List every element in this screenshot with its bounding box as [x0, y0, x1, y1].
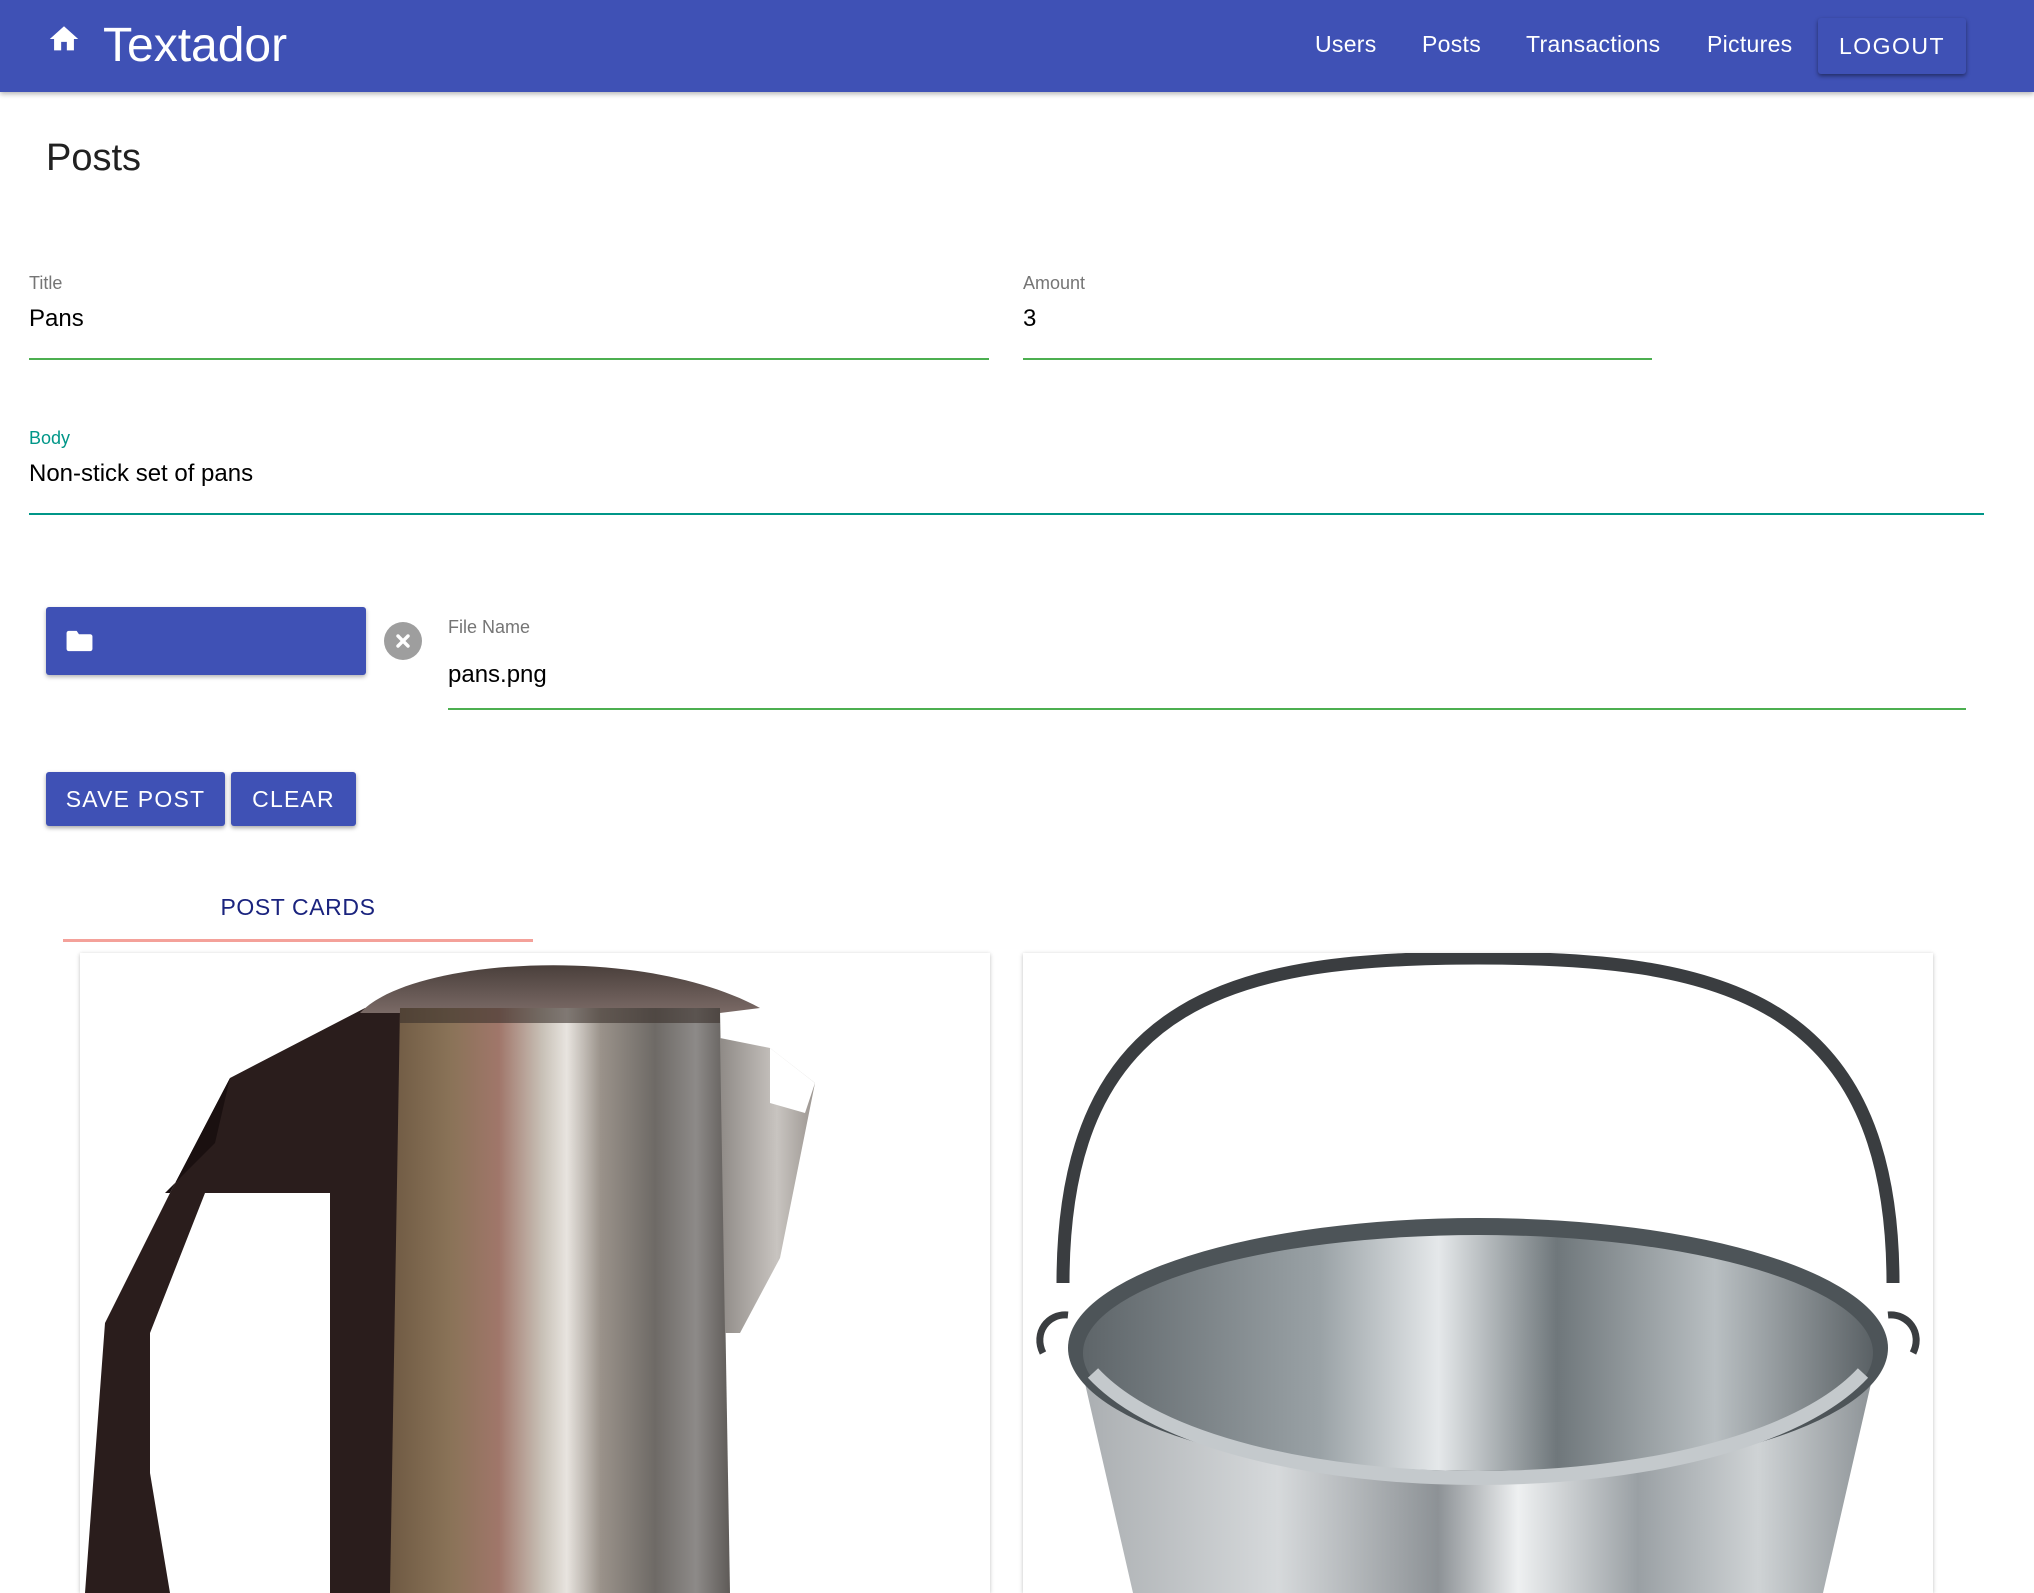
- home-icon[interactable]: [47, 22, 81, 56]
- tab-indicator: [63, 939, 533, 942]
- tab-post-cards[interactable]: POST CARDS: [63, 884, 533, 942]
- body-field: Body: [29, 427, 1984, 515]
- save-post-button[interactable]: SAVE POST: [46, 772, 225, 826]
- body-label: Body: [29, 428, 71, 448]
- page-title: Posts: [46, 137, 142, 179]
- body-underline: [29, 513, 1984, 515]
- file-name-input[interactable]: [448, 658, 1966, 692]
- nav-users[interactable]: Users: [1315, 28, 1377, 60]
- title-label: Title: [29, 273, 63, 293]
- bucket-image: [1023, 953, 1933, 1593]
- file-name-label: File Name: [448, 617, 531, 637]
- nav-posts[interactable]: Posts: [1422, 28, 1481, 60]
- file-name-underline: [448, 708, 1966, 710]
- nav-transactions[interactable]: Transactions: [1526, 28, 1660, 60]
- nav-pictures[interactable]: Pictures: [1707, 28, 1792, 60]
- app-title: Textador: [103, 19, 288, 72]
- amount-field: Amount: [1023, 272, 1652, 360]
- post-card[interactable]: [80, 953, 990, 1593]
- folder-icon: [66, 629, 93, 653]
- close-circle-icon[interactable]: [384, 622, 422, 660]
- body-input[interactable]: [29, 457, 1984, 491]
- app-bar: Textador Users Posts Transactions Pictur…: [0, 0, 2034, 92]
- amount-underline: [1023, 358, 1652, 360]
- file-select-button[interactable]: [46, 607, 366, 675]
- title-underline: [29, 358, 989, 360]
- logout-button[interactable]: LOGOUT: [1818, 18, 1966, 74]
- amount-label: Amount: [1023, 273, 1086, 293]
- post-card[interactable]: [1023, 953, 1933, 1593]
- file-name-field: File Name: [448, 616, 1966, 710]
- amount-input[interactable]: [1023, 302, 1652, 336]
- title-input[interactable]: [29, 302, 989, 336]
- kettle-image: [80, 953, 990, 1593]
- clear-button[interactable]: CLEAR: [231, 772, 356, 826]
- title-field: Title: [29, 272, 989, 360]
